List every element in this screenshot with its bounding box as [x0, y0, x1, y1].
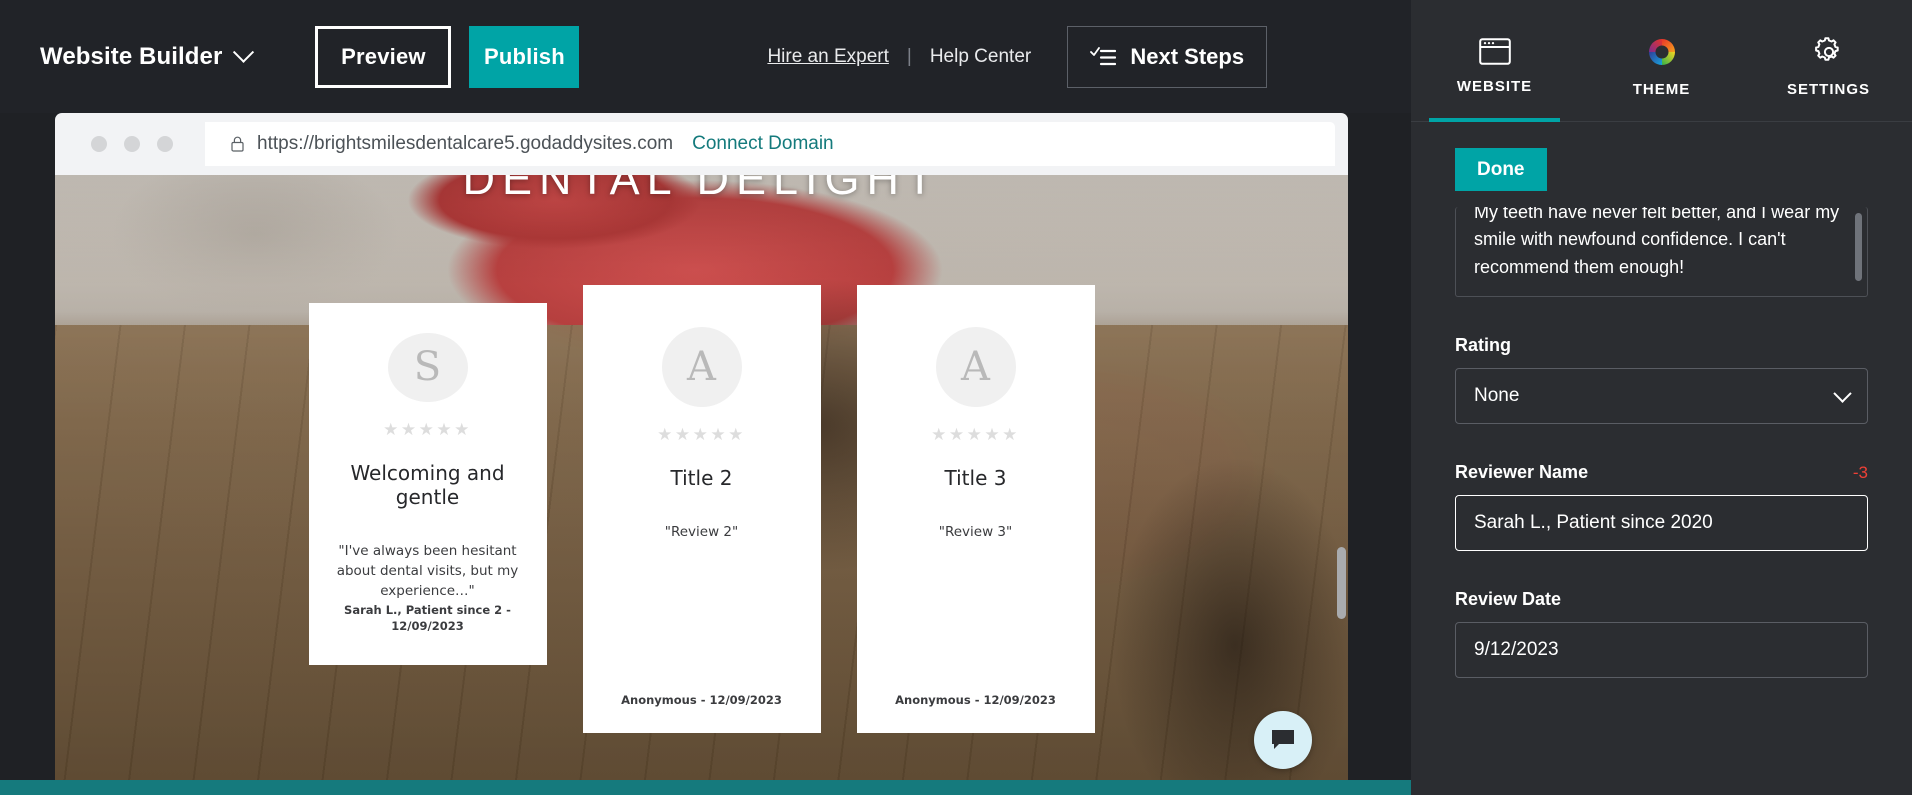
rating-label: Rating: [1455, 335, 1511, 356]
star-rating-icon: ★★★★★: [657, 425, 746, 445]
review-date-input[interactable]: 9/12/2023: [1455, 622, 1868, 678]
next-steps-button[interactable]: Next Steps: [1067, 26, 1267, 88]
reviewer-name-label: Reviewer Name: [1455, 462, 1588, 483]
tab-website-label: WEBSITE: [1457, 78, 1532, 95]
gear-icon: [1813, 36, 1845, 68]
review-date-field-header: Review Date: [1455, 589, 1868, 610]
preview-button[interactable]: Preview: [315, 26, 451, 88]
top-toolbar: Website Builder Preview Publish Hire an …: [0, 0, 1411, 113]
color-wheel-icon: [1646, 36, 1678, 68]
browser-chrome-bar: https://brightsmilesdentalcare5.godaddys…: [55, 113, 1348, 175]
main-area: Website Builder Preview Publish Hire an …: [0, 0, 1411, 795]
chat-bubble-icon: [1270, 729, 1296, 751]
browser-window-icon: [1479, 38, 1511, 65]
website-preview: DENTAL DELIGHT S ★★★★★ Welcoming and gen…: [55, 175, 1348, 795]
url-bar[interactable]: https://brightsmilesdentalcare5.godaddys…: [205, 122, 1335, 166]
review-quote: "Review 3": [939, 522, 1012, 542]
review-date-label: Review Date: [1455, 589, 1561, 610]
window-dots: [91, 136, 173, 152]
editor-panel: WEBSITE: [1411, 0, 1912, 795]
review-author: Sarah L., Patient since 2 - 12/09/2023: [329, 602, 527, 635]
tab-theme-label: THEME: [1633, 81, 1691, 98]
preview-scrollbar-thumb[interactable]: [1337, 547, 1346, 619]
review-title: Title 2: [671, 466, 733, 490]
lock-icon: [231, 136, 244, 152]
checklist-icon: [1090, 46, 1116, 68]
chevron-down-icon: [233, 42, 254, 63]
review-title: Title 3: [945, 466, 1007, 490]
tab-website[interactable]: WEBSITE: [1411, 0, 1578, 121]
link-separator: |: [907, 46, 912, 68]
window-dot-icon: [124, 136, 140, 152]
review-author: Anonymous - 12/09/2023: [895, 692, 1056, 709]
review-card[interactable]: S ★★★★★ Welcoming and gentle "I've alway…: [309, 303, 547, 665]
review-author: Anonymous - 12/09/2023: [621, 692, 782, 709]
brand-menu[interactable]: Website Builder: [40, 43, 251, 71]
publish-button[interactable]: Publish: [469, 26, 579, 88]
url-text: https://brightsmilesdentalcare5.godaddys…: [257, 133, 673, 155]
review-card[interactable]: A ★★★★★ Title 2 "Review 2" Anonymous - 1…: [583, 285, 821, 733]
reviewer-name-input[interactable]: Sarah L., Patient since 2020: [1455, 495, 1868, 551]
tab-theme[interactable]: THEME: [1578, 0, 1745, 121]
star-rating-icon: ★★★★★: [383, 420, 472, 440]
review-title: Welcoming and gentle: [329, 461, 527, 509]
avatar: A: [936, 327, 1016, 407]
star-rating-icon: ★★★★★: [931, 425, 1020, 445]
tab-settings-label: SETTINGS: [1787, 81, 1870, 98]
review-quote: "Review 2": [665, 522, 738, 542]
rating-selected-value: None: [1474, 385, 1519, 407]
connect-domain-link[interactable]: Connect Domain: [692, 133, 834, 155]
reviewer-name-field-header: Reviewer Name -3: [1455, 462, 1868, 483]
brand-label: Website Builder: [40, 43, 222, 71]
avatar: S: [388, 333, 468, 402]
preview-scrollbar[interactable]: [1337, 175, 1348, 795]
rating-select[interactable]: None: [1455, 368, 1868, 424]
review-textarea-scrollbar-thumb[interactable]: [1855, 213, 1862, 281]
window-dot-icon: [91, 136, 107, 152]
toolbar-links: Hire an Expert | Help Center: [767, 46, 1031, 68]
review-date-value: 9/12/2023: [1474, 639, 1559, 661]
panel-body: Done Rating None Reviewer Name -3 Sarah …: [1411, 122, 1912, 678]
review-text-field[interactable]: [1455, 207, 1868, 297]
review-quote: "I've always been hesitant about dental …: [329, 541, 527, 602]
rating-field-header: Rating: [1455, 335, 1868, 356]
panel-tabs: WEBSITE: [1411, 0, 1912, 122]
reviewer-name-value: Sarah L., Patient since 2020: [1474, 512, 1713, 534]
help-center-link[interactable]: Help Center: [930, 46, 1031, 68]
next-steps-label: Next Steps: [1130, 44, 1244, 70]
site-preview-canvas: https://brightsmilesdentalcare5.godaddys…: [55, 113, 1348, 795]
reviewer-name-char-counter: -3: [1853, 463, 1868, 483]
tab-settings[interactable]: SETTINGS: [1745, 0, 1912, 121]
avatar: A: [662, 327, 742, 407]
hire-an-expert-link[interactable]: Hire an Expert: [767, 46, 888, 68]
website-builder-app: Website Builder Preview Publish Hire an …: [0, 0, 1912, 795]
done-button[interactable]: Done: [1455, 148, 1547, 191]
window-dot-icon: [157, 136, 173, 152]
chevron-down-icon: [1833, 384, 1851, 402]
review-textarea[interactable]: [1456, 207, 1867, 297]
review-card[interactable]: A ★★★★★ Title 3 "Review 3" Anonymous - 1…: [857, 285, 1095, 733]
reviews-section: S ★★★★★ Welcoming and gentle "I've alway…: [55, 175, 1348, 795]
chat-widget-button[interactable]: [1254, 711, 1312, 769]
